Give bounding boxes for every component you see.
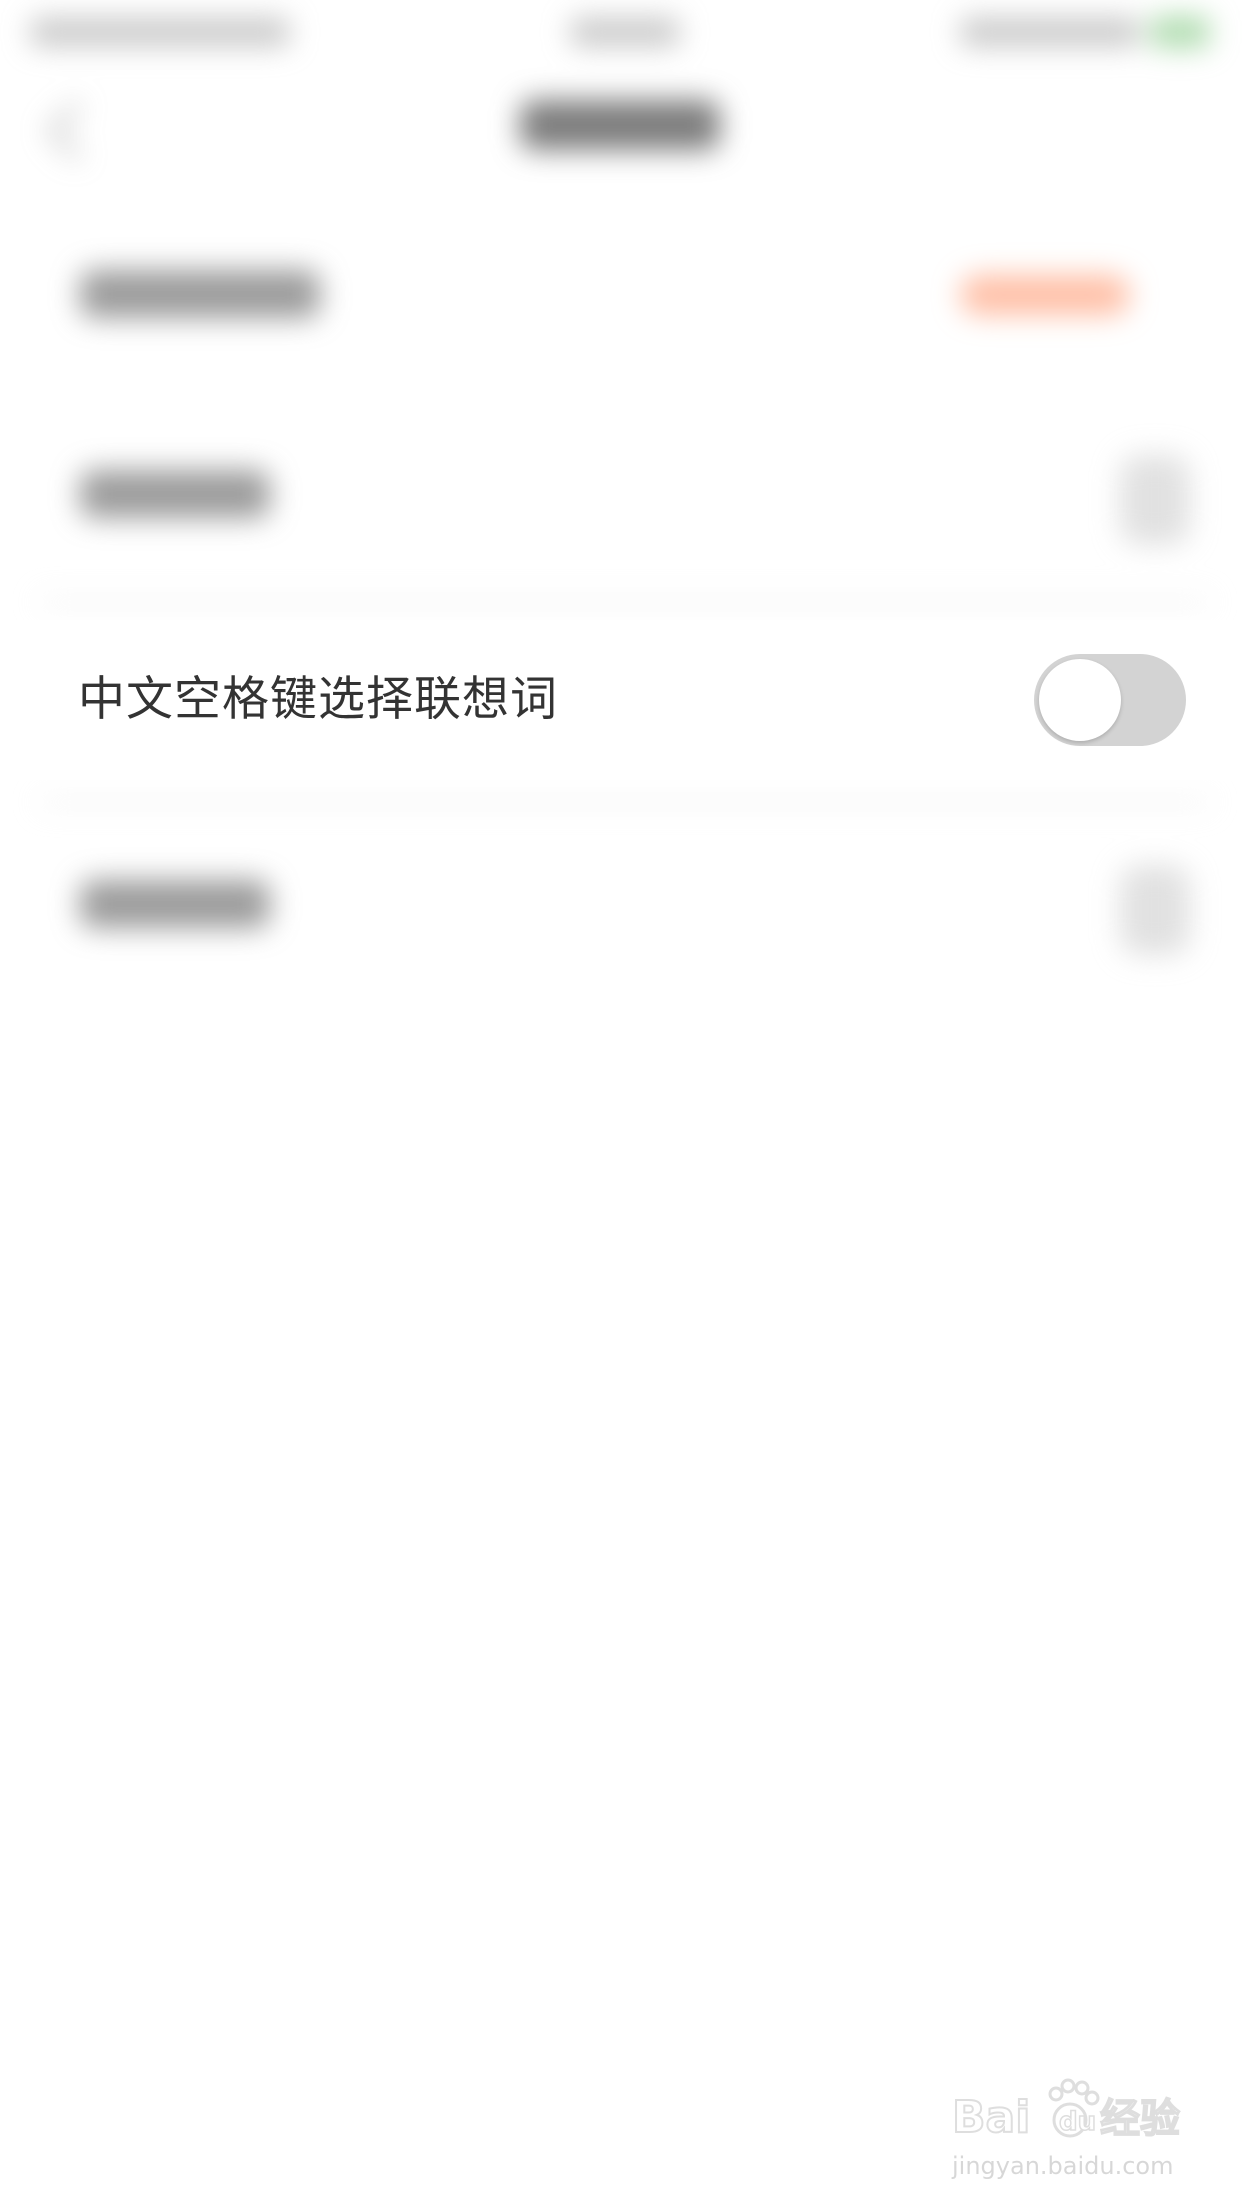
nav-bar [0,60,1242,190]
toggle-knob [1039,659,1121,741]
svg-text:du: du [1059,2107,1096,2137]
status-carrier-blurred [30,18,290,46]
divider [40,800,1210,804]
svg-text:Bai: Bai [952,2092,1030,2143]
settings-row-blurred-2[interactable] [0,400,1242,590]
settings-screen: 中文空格键选择联想词 Bai du 经验 jingyan.baidu.com [0,0,1242,2208]
space-key-prediction-label: 中文空格键选择联想词 [78,672,558,727]
page-title-blurred [520,100,720,150]
battery-icon [1150,16,1210,48]
row-label-blurred [80,270,320,318]
blurred-background [0,0,1242,1150]
status-bar [0,0,1242,60]
watermark-url: jingyan.baidu.com [952,2152,1174,2180]
baidu-logo: Bai du 经验 [951,2078,1181,2144]
settings-row-blurred-4[interactable] [0,810,1242,1000]
chevron-right-icon [1120,455,1190,545]
status-time-blurred [570,18,680,46]
row-label-blurred [80,470,270,518]
baidu-jingyan-watermark: Bai du 经验 jingyan.baidu.com [950,2070,1190,2190]
chevron-right-icon [1120,865,1190,955]
status-indicators-blurred [960,18,1140,46]
divider [40,600,1210,604]
row-value-badge-blurred [960,275,1130,315]
row-label-blurred [80,880,270,928]
back-icon[interactable] [46,101,106,161]
space-key-prediction-toggle[interactable] [1034,654,1186,746]
svg-text:经验: 经验 [1100,2096,1180,2142]
space-key-prediction-row[interactable]: 中文空格键选择联想词 [0,620,1242,780]
settings-row-blurred-1[interactable] [0,200,1242,390]
